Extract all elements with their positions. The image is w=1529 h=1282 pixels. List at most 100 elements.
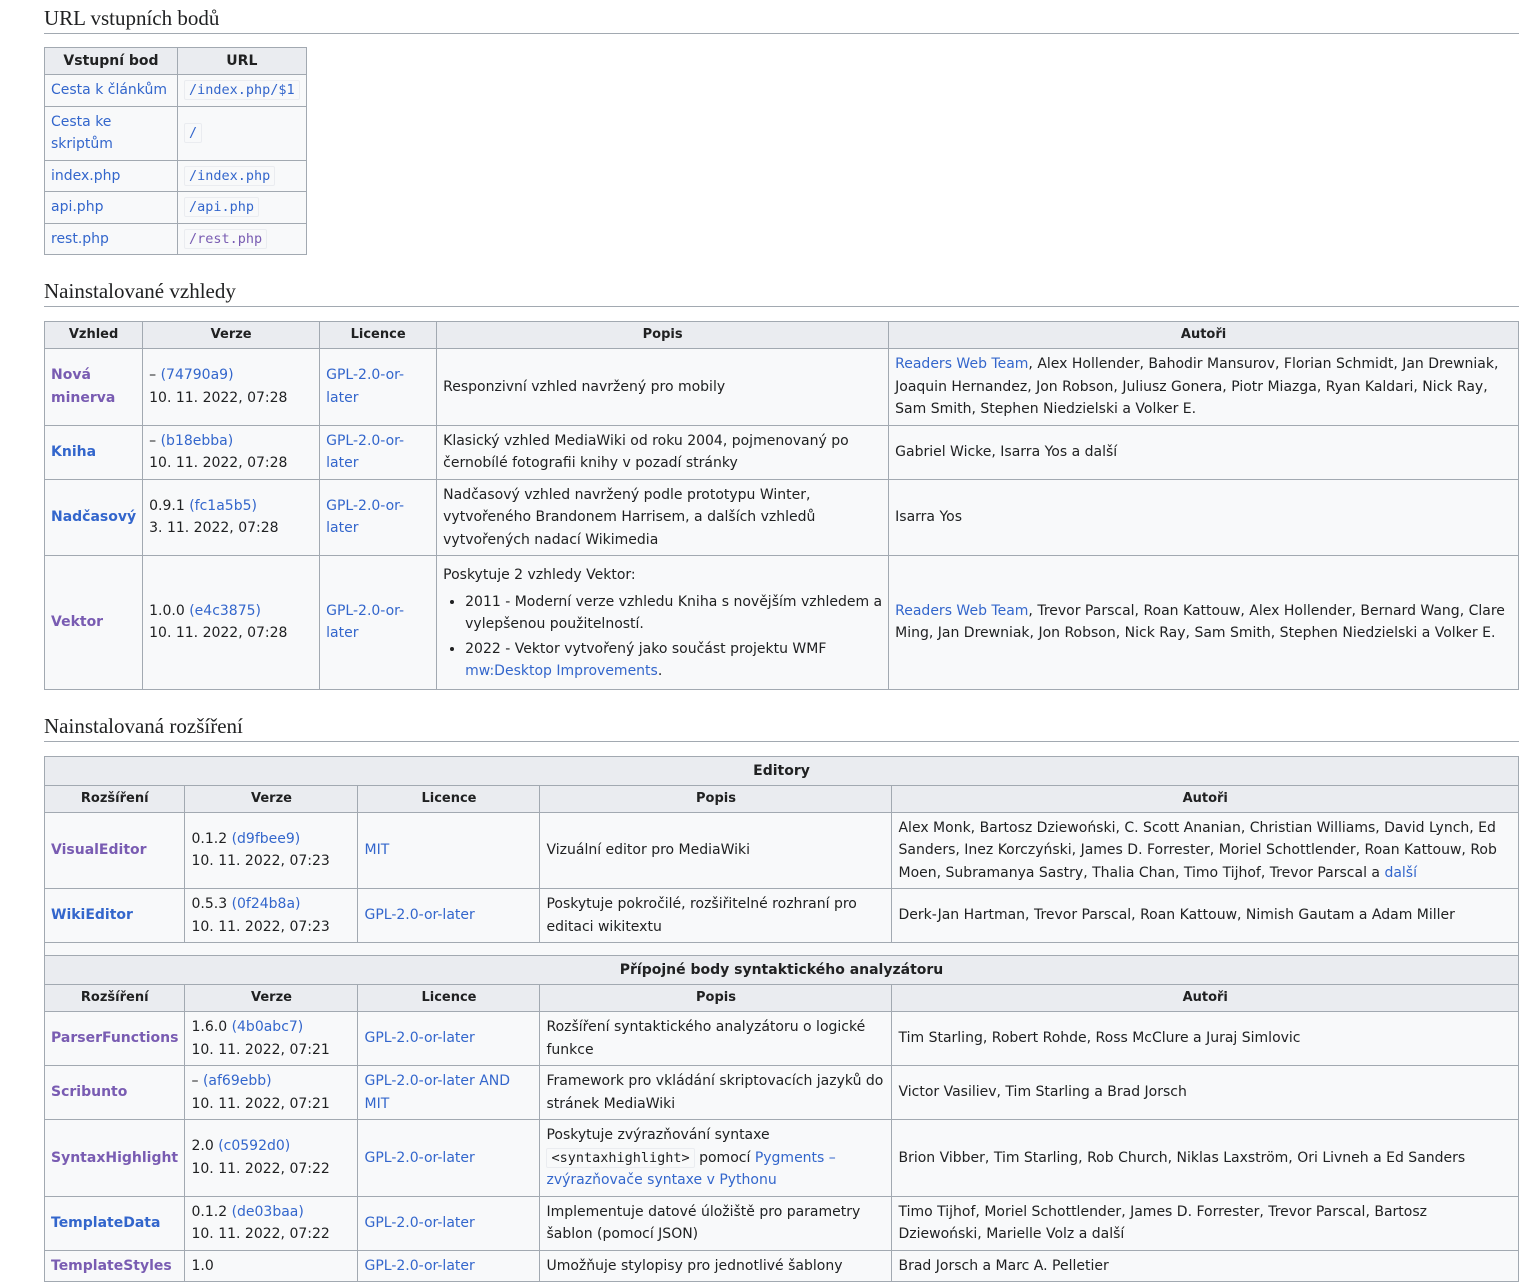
table-row: Scribunto – (af69ebb)10. 11. 2022, 07:21… — [45, 1066, 1519, 1120]
table-header-row: Rozšíření Verze Licence Popis Autoři — [45, 985, 1519, 1012]
entry-link[interactable]: Cesta ke skriptům — [51, 114, 113, 153]
group-row: Editory — [45, 756, 1519, 785]
license-link[interactable]: MIT — [364, 842, 389, 858]
desktop-improvements-link[interactable]: mw:Desktop Improvements — [465, 663, 658, 679]
license-link[interactable]: GPL-2.0-or-later AND MIT — [364, 1073, 510, 1112]
col-header-license: Licence — [358, 785, 540, 812]
entry-link[interactable]: api.php — [51, 199, 103, 215]
ext-name-cell: WikiEditor — [45, 889, 185, 943]
table-row: Cesta k článkům /index.php/$1 — [45, 75, 307, 107]
extension-link[interactable]: TemplateData — [51, 1215, 160, 1231]
entry-url[interactable]: /index.php/$1 — [184, 80, 300, 100]
extension-link[interactable]: VisualEditor — [51, 842, 147, 858]
desc-text: pomocí — [695, 1150, 755, 1166]
entry-link[interactable]: index.php — [51, 168, 120, 184]
ext-license-cell: GPL-2.0-or-later AND MIT — [358, 1066, 540, 1120]
license-link[interactable]: GPL-2.0-or-later — [364, 1030, 474, 1046]
version-date: 3. 11. 2022, 07:28 — [149, 520, 278, 536]
table-row: Vektor 1.0.0 (e4c3875)10. 11. 2022, 07:2… — [45, 556, 1519, 690]
license-link[interactable]: GPL-2.0-or-later — [364, 1215, 474, 1231]
skin-license-cell: GPL-2.0-or-later — [320, 425, 437, 479]
col-header-skin: Vzhled — [45, 322, 143, 349]
col-header-license: Licence — [320, 322, 437, 349]
skin-version-cell: – (b18ebba)10. 11. 2022, 07:28 — [143, 425, 320, 479]
table-header-row: Vstupní bod URL — [45, 48, 307, 75]
table-row: ParserFunctions 1.6.0 (4b0abc7)10. 11. 2… — [45, 1012, 1519, 1066]
ext-authors-cell: Timo Tijhof, Moriel Schottlender, James … — [892, 1196, 1519, 1250]
version-hash-link[interactable]: (c0592d0) — [218, 1138, 290, 1154]
ext-authors-cell: Brad Jorsch a Marc A. Pelletier — [892, 1250, 1519, 1282]
table-row: WikiEditor 0.5.3 (0f24b8a)10. 11. 2022, … — [45, 889, 1519, 943]
version-hash-link[interactable]: (de03baa) — [232, 1204, 304, 1220]
version-hash-link[interactable]: (74790a9) — [161, 367, 234, 383]
skin-authors-cell: Readers Web Team, Alex Hollender, Bahodi… — [889, 349, 1519, 426]
version-hash-link[interactable]: (d9fbee9) — [232, 831, 301, 847]
version-hash-link[interactable]: (fc1a5b5) — [189, 498, 257, 514]
version-hash-link[interactable]: (b18ebba) — [161, 433, 234, 449]
entry-name-cell: index.php — [45, 160, 178, 192]
table-row: index.php /index.php — [45, 160, 307, 192]
extension-link[interactable]: Scribunto — [51, 1084, 127, 1100]
skin-authors-cell: Isarra Yos — [889, 479, 1519, 556]
license-link[interactable]: GPL-2.0-or-later — [326, 603, 404, 642]
entry-link[interactable]: Cesta k článkům — [51, 82, 167, 98]
version-number: 0.5.3 — [191, 896, 227, 912]
syntaxhighlight-tag: <syntaxhighlight> — [546, 1148, 694, 1168]
license-link[interactable]: GPL-2.0-or-later — [364, 1258, 474, 1274]
skin-authors-cell: Gabriel Wicke, Isarra Yos a další — [889, 425, 1519, 479]
ext-version-cell: 1.6.0 (4b0abc7)10. 11. 2022, 07:21 — [185, 1012, 358, 1066]
author-team-link[interactable]: Readers Web Team — [895, 603, 1028, 619]
skin-link[interactable]: Kniha — [51, 444, 96, 460]
license-link[interactable]: GPL-2.0-or-later — [326, 433, 404, 472]
table-header-row: Vzhled Verze Licence Popis Autoři — [45, 322, 1519, 349]
ext-version-cell: 1.0 — [185, 1250, 358, 1282]
version-date: 10. 11. 2022, 07:28 — [149, 625, 287, 641]
skin-license-cell: GPL-2.0-or-later — [320, 349, 437, 426]
ext-authors-cell: Alex Monk, Bartosz Dziewoński, C. Scott … — [892, 812, 1519, 889]
ext-license-cell: GPL-2.0-or-later — [358, 889, 540, 943]
skin-name-cell: Nadčasový — [45, 479, 143, 556]
table-row: Nová minerva – (74790a9)10. 11. 2022, 07… — [45, 349, 1519, 426]
version-hash-link[interactable]: (e4c3875) — [189, 603, 261, 619]
entry-url[interactable]: /api.php — [184, 197, 259, 217]
extension-link[interactable]: TemplateStyles — [51, 1258, 172, 1274]
ext-license-cell: GPL-2.0-or-later — [358, 1120, 540, 1197]
skin-link[interactable]: Vektor — [51, 614, 103, 630]
col-header-version: Verze — [143, 322, 320, 349]
license-link[interactable]: GPL-2.0-or-later — [326, 367, 404, 406]
skin-license-cell: GPL-2.0-or-later — [320, 556, 437, 690]
entry-url[interactable]: /rest.php — [184, 229, 267, 249]
table-row: SyntaxHighlight 2.0 (c0592d0)10. 11. 202… — [45, 1120, 1519, 1197]
more-authors-link[interactable]: další — [1384, 865, 1417, 881]
extension-link[interactable]: ParserFunctions — [51, 1030, 178, 1046]
skin-link[interactable]: Nadčasový — [51, 509, 136, 525]
skin-name-cell: Vektor — [45, 556, 143, 690]
entry-url[interactable]: / — [184, 123, 202, 143]
skin-license-cell: GPL-2.0-or-later — [320, 479, 437, 556]
extension-link[interactable]: SyntaxHighlight — [51, 1150, 178, 1166]
entry-link[interactable]: rest.php — [51, 231, 109, 247]
version-hash-link[interactable]: (af69ebb) — [203, 1073, 272, 1089]
version-hash-link[interactable]: (0f24b8a) — [232, 896, 301, 912]
version-date: 10. 11. 2022, 07:23 — [191, 853, 329, 869]
bullet-end: . — [658, 663, 662, 679]
version-number: – — [191, 1073, 198, 1089]
license-link[interactable]: GPL-2.0-or-later — [364, 1150, 474, 1166]
author-team-link[interactable]: Readers Web Team — [895, 356, 1028, 372]
skin-link[interactable]: Nová minerva — [51, 367, 115, 406]
skin-version-cell: 1.0.0 (e4c3875)10. 11. 2022, 07:28 — [143, 556, 320, 690]
ext-desc-cell: Umožňuje stylopisy pro jednotlivé šablon… — [540, 1250, 892, 1282]
skin-authors-cell: Readers Web Team, Trevor Parscal, Roan K… — [889, 556, 1519, 690]
license-link[interactable]: GPL-2.0-or-later — [364, 907, 474, 923]
col-header-version: Verze — [185, 985, 358, 1012]
version-number: 0.1.2 — [191, 1204, 227, 1220]
extension-link[interactable]: WikiEditor — [51, 907, 133, 923]
license-link[interactable]: GPL-2.0-or-later — [326, 498, 404, 537]
list-item: 2022 - Vektor vytvořený jako součást pro… — [465, 638, 882, 683]
version-hash-link[interactable]: (4b0abc7) — [232, 1019, 304, 1035]
col-header-extension: Rozšíření — [45, 985, 185, 1012]
skins-heading: Nainstalované vzhledy — [44, 275, 1519, 307]
entry-url[interactable]: /index.php — [184, 166, 275, 186]
ext-name-cell: ParserFunctions — [45, 1012, 185, 1066]
table-row: Kniha – (b18ebba)10. 11. 2022, 07:28 GPL… — [45, 425, 1519, 479]
